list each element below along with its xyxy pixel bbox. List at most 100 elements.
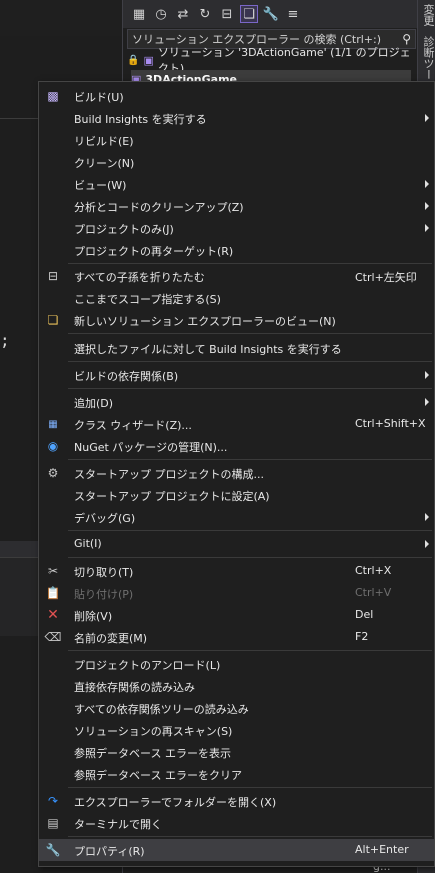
side-tab-changes[interactable]: 変更	[420, 4, 435, 26]
open-folder-icon: ↷	[47, 794, 59, 808]
menu-item-retarget[interactable]: プロジェクトの再ターゲット(R)	[39, 239, 434, 261]
submenu-arrow-icon	[425, 114, 429, 122]
menu-item-label: プロジェクトのみ(J)	[74, 223, 174, 236]
menu-item-label: 新しいソリューション エクスプローラーのビュー(N)	[74, 315, 336, 328]
menu-item-label: 貼り付け(P)	[74, 588, 134, 601]
menu-item-paste[interactable]: 📋 貼り付け(P) Ctrl+V	[39, 582, 434, 604]
menu-item-label: スタートアップ プロジェクトに設定(A)	[74, 490, 270, 503]
menu-item-view[interactable]: ビュー(W)	[39, 173, 434, 195]
nuget-icon: ◉	[47, 439, 59, 453]
submenu-arrow-icon	[425, 398, 429, 406]
menu-item-label: 選択したファイルに対して Build Insights を実行する	[74, 343, 342, 356]
menu-item-label: 追加(D)	[74, 397, 114, 410]
menu-item-shortcut: Ctrl+Shift+X	[355, 417, 426, 430]
menu-item-rescan-solution[interactable]: ソリューションの再スキャン(S)	[39, 719, 434, 741]
menu-item-shortcut: Ctrl+左矢印	[355, 271, 417, 284]
menu-item-clean[interactable]: クリーン(N)	[39, 151, 434, 173]
submenu-arrow-icon	[425, 371, 429, 379]
menu-item-show-db-errors[interactable]: 参照データベース エラーを表示	[39, 741, 434, 763]
solution-node[interactable]: 🔒 ▣ ソリューション '3DActionGame' (1/1 のプロジェクト)	[127, 46, 416, 75]
switch-views-icon[interactable]: ▦	[131, 6, 147, 22]
menu-item-clear-db-errors[interactable]: 参照データベース エラーをクリア	[39, 763, 434, 785]
solution-icon: ▣	[143, 53, 154, 67]
menu-item-project-only[interactable]: プロジェクトのみ(J)	[39, 217, 434, 239]
context-menu: ▩ ビルド(U) Build Insights を実行する リビルド(E) クリ…	[38, 81, 435, 867]
menu-item-delete[interactable]: ✕ 削除(V) Del	[39, 604, 434, 626]
menu-item-shortcut: Alt+Enter	[355, 843, 409, 856]
menu-item-label: 分析とコードのクリーンアップ(Z)	[74, 201, 244, 214]
menu-item-label: スタートアップ プロジェクトの構成...	[74, 468, 264, 481]
menu-item-collapse-all[interactable]: ⊟ すべての子孫を折りたたむ Ctrl+左矢印	[39, 265, 434, 287]
show-all-files-icon[interactable]: ❏	[240, 5, 258, 23]
menu-item-label: プロジェクトの再ターゲット(R)	[74, 245, 234, 258]
menu-item-label: 切り取り(T)	[74, 566, 134, 579]
rename-icon: ⌫	[44, 630, 62, 644]
class-wizard-icon: ▦	[48, 418, 58, 430]
menu-item-label: クリーン(N)	[74, 157, 135, 170]
menu-item-label: 削除(V)	[74, 610, 113, 623]
preview-icon[interactable]: ≡	[285, 6, 301, 22]
menu-item-add[interactable]: 追加(D)	[39, 391, 434, 413]
menu-item-label: エクスプローラーでフォルダーを開く(X)	[74, 796, 277, 809]
menu-item-label: すべての依存関係ツリーの読み込み	[74, 703, 249, 716]
paste-icon: 📋	[45, 586, 61, 600]
menu-item-properties[interactable]: 🔧 プロパティ(R) Alt+Enter	[39, 839, 434, 861]
menu-item-nuget[interactable]: ◉ NuGet パッケージの管理(N)...	[39, 435, 434, 457]
menu-item-label: 参照データベース エラーを表示	[74, 747, 231, 760]
sync-icon[interactable]: ⇄	[175, 6, 191, 22]
editor-tab-strip	[0, 0, 122, 36]
menu-item-class-wizard[interactable]: ▦ クラス ウィザード(Z)... Ctrl+Shift+X	[39, 413, 434, 435]
menu-item-label: 参照データベース エラーをクリア	[74, 769, 242, 782]
pending-changes-icon[interactable]: ◷	[153, 6, 169, 22]
menu-item-label: リビルド(E)	[74, 135, 134, 148]
menu-item-build-insights[interactable]: Build Insights を実行する	[39, 107, 434, 129]
menu-item-new-se-view[interactable]: ❏ 新しいソリューション エクスプローラーのビュー(N)	[39, 309, 434, 331]
cut-icon: ✂	[47, 564, 59, 578]
menu-item-open-terminal[interactable]: ▤ ターミナルで開く	[39, 812, 434, 834]
menu-separator	[68, 263, 432, 264]
menu-item-build-dependencies[interactable]: ビルドの依存関係(B)	[39, 364, 434, 386]
wrench-icon: 🔧	[45, 843, 61, 857]
menu-separator	[68, 388, 432, 389]
menu-item-shortcut: Del	[355, 608, 374, 621]
menu-item-label: NuGet パッケージの管理(N)...	[74, 441, 228, 454]
gear-icon: ⚙	[47, 466, 59, 480]
terminal-icon: ▤	[47, 816, 59, 830]
refresh-icon[interactable]: ↻	[197, 6, 213, 22]
menu-item-rebuild[interactable]: リビルド(E)	[39, 129, 434, 151]
menu-separator	[68, 459, 432, 460]
submenu-arrow-icon	[425, 180, 429, 188]
menu-item-label: プロパティ(R)	[74, 845, 145, 858]
menu-item-label: Git(I)	[74, 537, 102, 550]
menu-item-label: 直接依存関係の読み込み	[74, 681, 195, 694]
build-icon: ▩	[47, 89, 59, 103]
submenu-arrow-icon	[425, 540, 429, 548]
menu-separator	[68, 530, 432, 531]
collapse-icon[interactable]: ⊟	[219, 6, 235, 22]
menu-item-label: ビルド(U)	[74, 91, 124, 104]
menu-item-rename[interactable]: ⌫ 名前の変更(M) F2	[39, 626, 434, 648]
menu-item-configure-startup[interactable]: ⚙ スタートアップ プロジェクトの構成...	[39, 462, 434, 484]
menu-item-build-insights-selected[interactable]: 選択したファイルに対して Build Insights を実行する	[39, 337, 434, 359]
menu-item-label: クラス ウィザード(Z)...	[74, 419, 192, 432]
menu-separator	[68, 836, 432, 837]
menu-item-git[interactable]: Git(I)	[39, 533, 434, 555]
menu-separator	[68, 333, 432, 334]
menu-item-debug[interactable]: デバッグ(G)	[39, 506, 434, 528]
menu-separator	[68, 650, 432, 651]
properties-wrench-icon[interactable]: 🔧	[263, 6, 279, 22]
menu-item-set-startup[interactable]: スタートアップ プロジェクトに設定(A)	[39, 484, 434, 506]
menu-item-build[interactable]: ▩ ビルド(U)	[39, 85, 434, 107]
menu-item-shortcut: Ctrl+X	[355, 564, 392, 577]
menu-item-unload-project[interactable]: プロジェクトのアンロード(L)	[39, 653, 434, 675]
menu-item-label: プロジェクトのアンロード(L)	[74, 659, 221, 672]
menu-item-open-in-explorer[interactable]: ↷ エクスプローラーでフォルダーを開く(X)	[39, 790, 434, 812]
delete-icon: ✕	[47, 607, 59, 623]
menu-item-scope-to-this[interactable]: ここまでスコープ指定する(S)	[39, 287, 434, 309]
menu-item-load-direct-deps[interactable]: 直接依存関係の読み込み	[39, 675, 434, 697]
menu-separator	[68, 361, 432, 362]
menu-item-load-all-deps[interactable]: すべての依存関係ツリーの読み込み	[39, 697, 434, 719]
menu-item-cut[interactable]: ✂ 切り取り(T) Ctrl+X	[39, 560, 434, 582]
menu-item-analyze-cleanup[interactable]: 分析とコードのクリーンアップ(Z)	[39, 195, 434, 217]
menu-item-label: Build Insights を実行する	[74, 113, 207, 126]
